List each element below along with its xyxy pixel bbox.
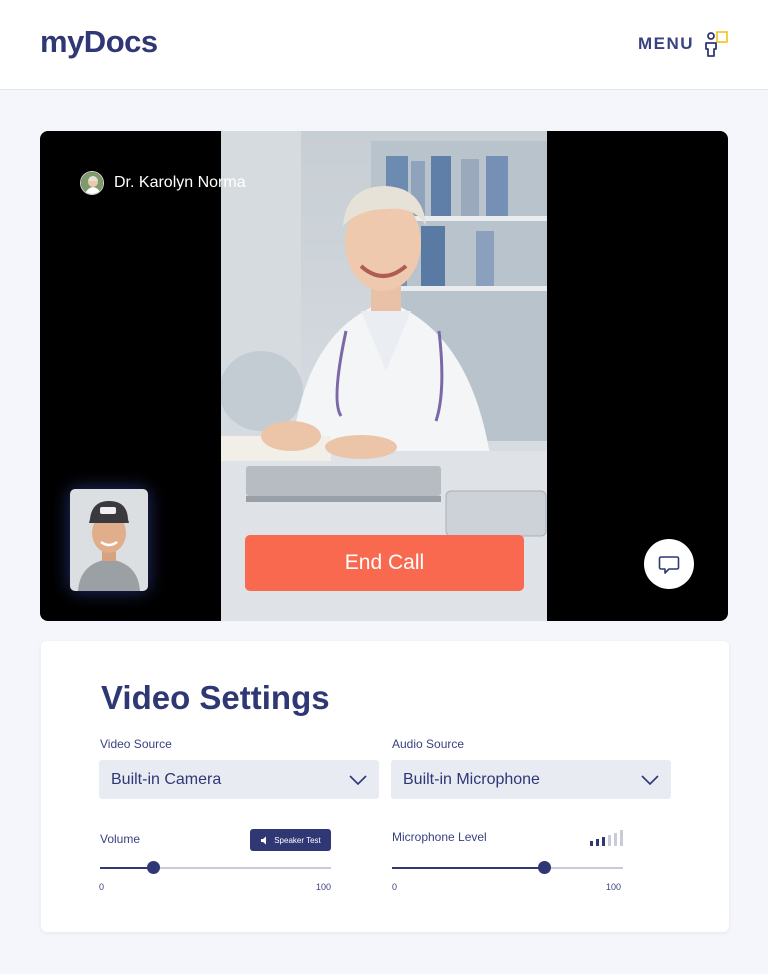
volume-slider[interactable] — [100, 861, 331, 874]
menu-label: MENU — [637, 34, 694, 53]
person-chat-icon — [705, 31, 728, 57]
speaker-test-button[interactable]: Speaker Test — [250, 829, 331, 851]
caller-identity: Dr. Karolyn Norma — [80, 171, 246, 195]
volume-slider-handle[interactable] — [147, 861, 160, 874]
chat-bubble-icon — [658, 556, 680, 574]
doctor-name: Dr. Karolyn Norma — [114, 174, 246, 191]
volume-slider-fill — [100, 867, 153, 869]
chevron-down-icon — [641, 774, 659, 785]
self-view-image — [70, 489, 148, 591]
self-view-video[interactable] — [70, 489, 148, 591]
audio-source-select[interactable]: Built-in Microphone — [391, 760, 671, 799]
video-source-label: Video Source — [100, 737, 172, 751]
volume-min-label: 0 — [99, 882, 105, 892]
video-call-panel: Dr. Karolyn Norma End Call — [40, 131, 728, 621]
video-settings-panel: Video Settings Video Source Built-in Cam… — [41, 641, 729, 932]
mic-level-label: Microphone Level — [392, 830, 487, 844]
chat-button[interactable] — [644, 539, 694, 589]
mic-level-slider-handle[interactable] — [538, 861, 551, 874]
audio-source-value: Built-in Microphone — [403, 770, 540, 788]
chevron-down-icon — [349, 774, 367, 785]
video-source-select[interactable]: Built-in Camera — [99, 760, 379, 799]
mic-level-slider[interactable] — [392, 861, 623, 874]
brand-logo[interactable]: myDocs — [40, 24, 158, 60]
end-call-button[interactable]: End Call — [245, 535, 524, 591]
doctor-avatar — [80, 171, 104, 195]
volume-max-label: 100 — [316, 882, 332, 892]
mic-level-min-label: 0 — [392, 882, 398, 892]
volume-label: Volume — [100, 832, 141, 846]
mic-level-meter-icon — [590, 830, 623, 846]
speaker-icon — [261, 836, 267, 844]
mic-level-slider-fill — [392, 867, 544, 869]
audio-source-label: Audio Source — [392, 737, 465, 751]
menu-button[interactable]: MENU — [638, 30, 730, 58]
top-header: myDocs MENU — [0, 0, 768, 90]
settings-title: Video Settings — [101, 679, 330, 716]
speaker-test-label: Speaker Test — [274, 835, 321, 845]
video-source-value: Built-in Camera — [111, 770, 222, 788]
mic-level-max-label: 100 — [606, 882, 622, 892]
